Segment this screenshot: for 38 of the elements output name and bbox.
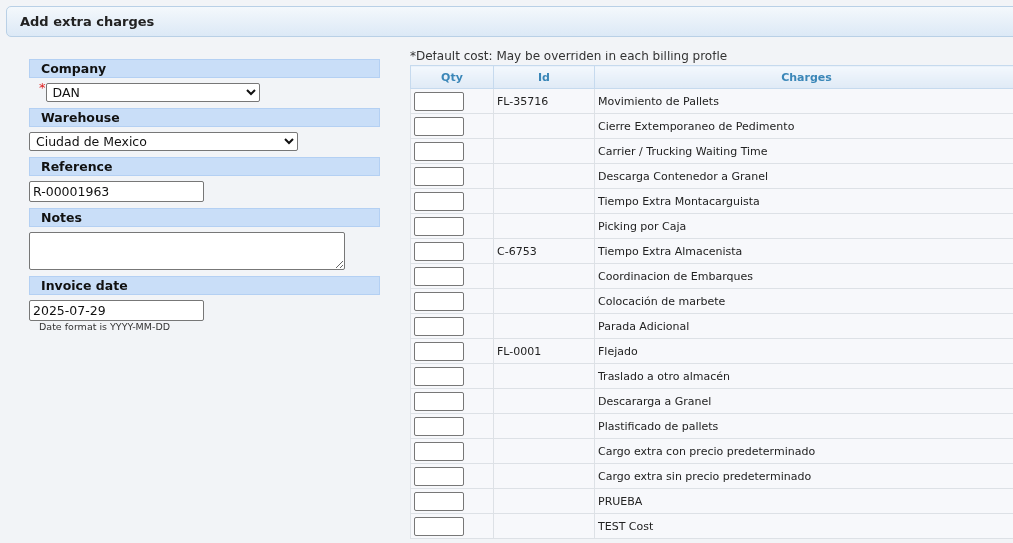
id-cell: C-6753 [493,238,595,264]
required-mark: * [39,83,46,93]
qty-field[interactable] [414,116,464,136]
field-label: Reference [29,157,380,176]
qty-field[interactable] [414,241,464,261]
qty-field[interactable] [414,141,464,161]
qty-field[interactable] [414,191,464,211]
field-label: Warehouse [29,108,380,127]
column-header: Charges [594,65,1013,89]
qty-field[interactable] [414,316,464,336]
field-label: Invoice date [29,276,380,295]
qty-field[interactable] [414,216,464,236]
qty-field[interactable] [414,291,464,311]
default-cost-note: *Default cost: May be overriden in each billing profle [410,51,729,65]
qty-field[interactable] [414,391,464,411]
qty-field[interactable] [414,516,464,536]
date-hint: Date format is YYYY-MM-DD [39,321,171,332]
warehouse-select[interactable]: Ciudad de Mexico [29,132,298,151]
qty-field[interactable] [414,466,464,486]
id-cell: FL-35716 [493,88,595,114]
field-label: Company [29,59,380,78]
company-select[interactable]: DAN [45,83,260,102]
qty-field[interactable] [414,441,464,461]
id-cell: FL-0001 [493,338,595,364]
qty-field[interactable] [414,416,464,436]
column-header: Qty [410,65,494,89]
date-field[interactable]: 2025-07-29 [29,300,204,321]
qty-field[interactable] [414,166,464,186]
qty-field[interactable] [414,266,464,286]
dialog-title: Add extra charges [20,14,155,29]
qty-field[interactable] [414,491,464,511]
field-label: Notes [29,208,380,227]
column-header: Id [493,65,595,89]
qty-field[interactable] [414,341,464,361]
qty-field[interactable] [414,91,464,111]
notes-field[interactable] [29,232,345,270]
qty-field[interactable] [414,366,464,386]
reference-field[interactable]: R-00001963 [29,181,204,202]
